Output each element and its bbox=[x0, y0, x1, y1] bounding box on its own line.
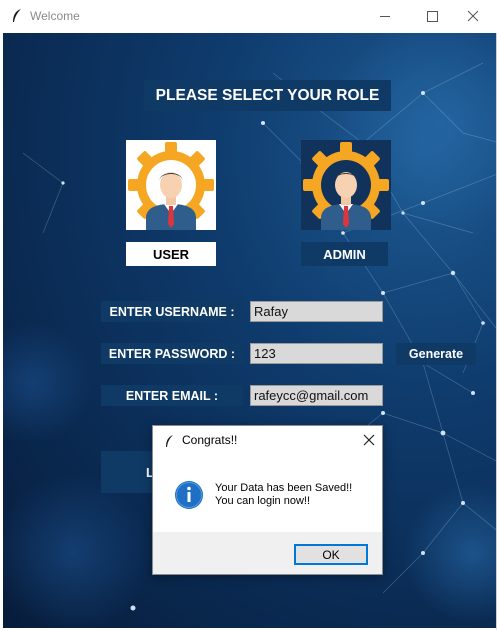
username-label: ENTER USERNAME : bbox=[101, 301, 243, 322]
feather-icon bbox=[13, 9, 21, 22]
maximize-icon bbox=[427, 11, 438, 22]
close-button[interactable] bbox=[451, 0, 497, 33]
user-avatar-card[interactable] bbox=[126, 140, 216, 230]
dialog-message-line1: Your Data has been Saved!! bbox=[215, 482, 353, 494]
password-label: ENTER PASSWORD : bbox=[101, 343, 243, 364]
minimize-button[interactable] bbox=[362, 0, 408, 33]
congrats-dialog: Congrats!! Your Data has been Saved!! Yo… bbox=[152, 425, 383, 575]
dialog-message-line2: You can login now!! bbox=[215, 495, 310, 507]
close-icon bbox=[363, 434, 375, 446]
admin-gear-avatar-icon bbox=[303, 142, 389, 230]
username-input[interactable]: Rafay bbox=[250, 301, 383, 322]
ok-button[interactable]: OK bbox=[294, 544, 368, 565]
dialog-close-button[interactable] bbox=[356, 428, 382, 452]
admin-role-button[interactable]: ADMIN bbox=[301, 242, 388, 266]
window-titlebar: Welcome bbox=[0, 0, 497, 33]
maximize-button[interactable] bbox=[408, 0, 454, 33]
admin-avatar-card[interactable] bbox=[301, 140, 391, 230]
window-title: Welcome bbox=[30, 9, 80, 23]
user-gear-avatar-icon bbox=[128, 142, 214, 230]
dialog-title: Congrats!! bbox=[182, 433, 238, 447]
dialog-message: Your Data has been Saved!! You can login… bbox=[215, 482, 352, 508]
generate-button[interactable]: Generate bbox=[396, 343, 476, 365]
password-input[interactable]: 123 bbox=[250, 343, 383, 364]
minimize-icon bbox=[380, 16, 390, 17]
info-icon bbox=[175, 481, 203, 509]
role-heading: PLEASE SELECT YOUR ROLE bbox=[144, 80, 391, 111]
email-label: ENTER EMAIL : bbox=[101, 385, 243, 406]
close-icon bbox=[467, 10, 479, 22]
user-role-button[interactable]: USER bbox=[126, 242, 216, 266]
feather-icon bbox=[166, 435, 173, 447]
dialog-footer: OK bbox=[153, 532, 382, 574]
email-input[interactable]: rafeycc@gmail.com bbox=[250, 385, 383, 406]
